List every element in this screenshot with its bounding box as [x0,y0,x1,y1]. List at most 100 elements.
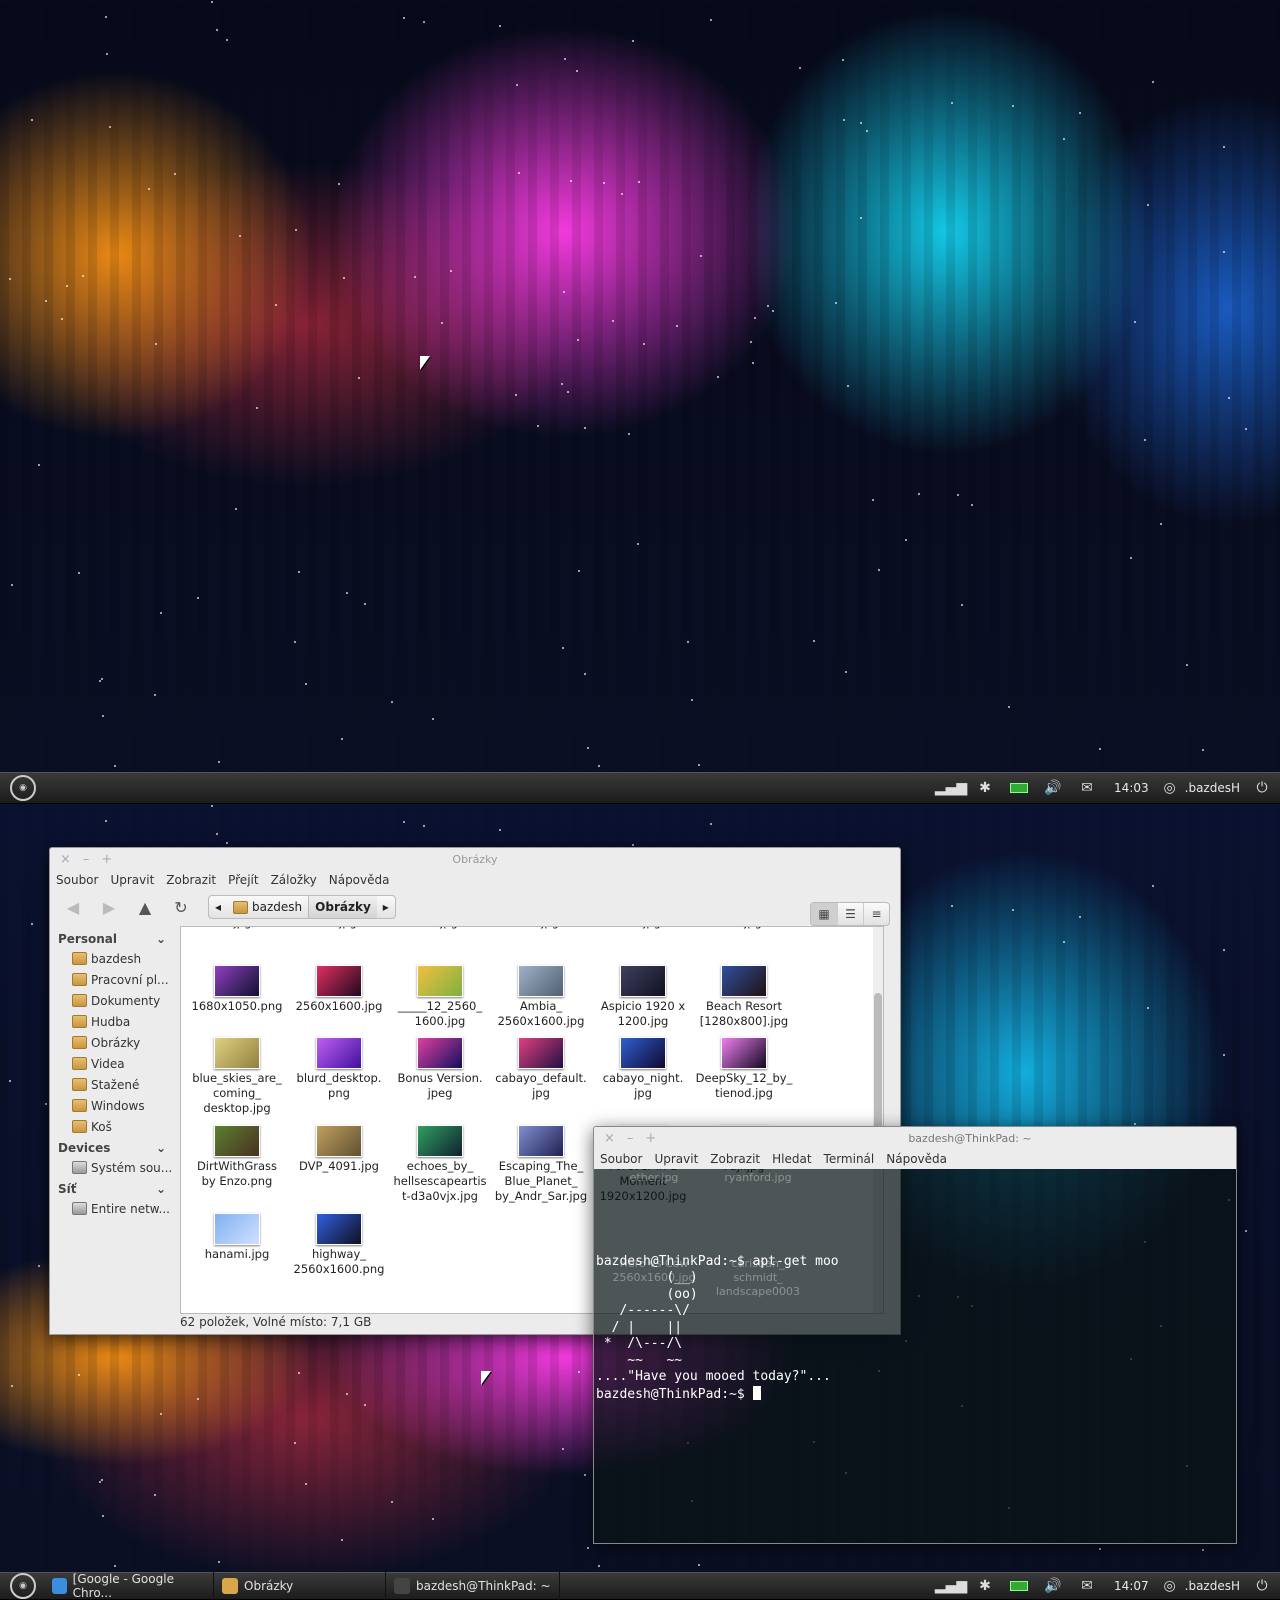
menu-upravit[interactable]: Upravit [654,1152,698,1166]
power-icon[interactable]: ⏻ [1250,774,1274,802]
sidebar-item[interactable]: Dokumenty [58,990,176,1011]
compact-view-icon[interactable]: ≡ [863,903,889,925]
sidebar-item-label: Windows [91,1098,145,1113]
chevron-down-icon[interactable]: ⌄ [156,932,166,946]
menu-prejit[interactable]: Přejít [228,873,258,887]
sidebar-item[interactable]: Entire netw... [58,1198,176,1219]
star-decoration [697,764,700,767]
file-item[interactable]: _____12_2560_ 1600.jpg [388,965,492,1029]
taskbar-item[interactable]: Obrázky [214,1572,386,1600]
sidebar-item[interactable]: Systém sou... [58,1157,176,1178]
sidebar-item[interactable]: Pracovní pl... [58,969,176,990]
bluetooth-icon[interactable]: ✱ [968,774,1002,802]
file-item[interactable]: 7a.jpg [489,927,593,930]
sidebar-item[interactable]: bazdesh [58,948,176,969]
main-menu-icon[interactable]: ◉ [10,1573,36,1599]
mail-icon[interactable]: ✉ [1070,1572,1104,1600]
file-item[interactable]: Beach Resort [1280x800].jpg [692,965,796,1029]
username[interactable]: .bazdesH [1181,1579,1250,1593]
file-thumbnail [316,1037,362,1069]
menu-soubor[interactable]: Soubor [600,1152,642,1166]
forward-icon[interactable]: ▶ [94,895,124,919]
file-item[interactable]: 6a.jpg [388,927,492,930]
minimize-icon[interactable]: – [627,1131,634,1146]
sidebar-item[interactable]: Videa [58,1053,176,1074]
sidebar-item[interactable]: Windows [58,1095,176,1116]
menu-hledat[interactable]: Hledat [772,1152,811,1166]
file-item[interactable]: hanami.jpg [185,1213,289,1262]
file-item[interactable]: blue_skies_are_ coming_ desktop.jpg [185,1037,289,1116]
terminal-titlebar[interactable]: × – + bazdesh@ThinkPad: ~ [594,1127,1236,1149]
file-item[interactable]: 5.jpg [185,927,289,930]
file-manager-titlebar[interactable]: × – + Obrázky [50,848,900,870]
signal-icon[interactable]: ▂▄▆ [934,1572,968,1600]
terminal-output[interactable]: ether.jpg ryanford.jpg Hero vs Cow 2560x… [594,1169,1236,1543]
chevron-down-icon[interactable]: ⌄ [156,1182,166,1196]
close-icon[interactable]: × [604,1131,615,1146]
star-decoration [499,828,502,831]
menu-napoveda[interactable]: Nápověda [886,1152,947,1166]
battery-icon[interactable] [1002,1572,1036,1600]
signal-icon[interactable]: ▂▄▆ [934,774,968,802]
reload-icon[interactable]: ↻ [166,895,196,919]
taskbar-item[interactable]: [Google - Google Chro... [44,1572,214,1600]
file-item[interactable]: 5a.jpg [287,927,391,930]
mail-icon[interactable]: ✉ [1070,774,1104,802]
crumb-home[interactable]: bazdesh [227,896,308,918]
menu-terminal[interactable]: Terminál [824,1152,875,1166]
file-item[interactable]: DirtWithGrass by Enzo.png [185,1125,289,1189]
file-item[interactable]: Aspicio 1920 x 1200.jpg [591,965,695,1029]
minimize-icon[interactable]: – [83,852,90,867]
back-icon[interactable]: ◀ [58,895,88,919]
sidebar-item[interactable]: Obrázky [58,1032,176,1053]
icon-view-icon[interactable]: ▦ [811,903,837,925]
file-item[interactable]: DVP_4091.jpg [287,1125,391,1174]
up-icon[interactable]: ▲ [130,895,160,919]
maximize-icon[interactable]: + [101,852,112,867]
file-item[interactable]: cabayo_default. jpg [489,1037,593,1101]
sidebar-header-personal[interactable]: Personal ⌄ [58,928,176,948]
bluetooth-icon[interactable]: ✱ [968,1572,1002,1600]
username[interactable]: .bazdesH [1181,781,1250,795]
sidebar-item[interactable]: Koš [58,1116,176,1137]
star-decoration [108,125,111,128]
file-item[interactable]: Bonus Version. jpeg [388,1037,492,1101]
file-name: _____12_2560_ 1600.jpg [397,999,483,1028]
maximize-icon[interactable]: + [645,1131,656,1146]
clock[interactable]: 14:03 [1104,781,1159,795]
file-item[interactable]: highway_ 2560x1600.png [287,1213,391,1277]
menu-zalozky[interactable]: Záložky [271,873,317,887]
crumb-current[interactable]: Obrázky [308,896,377,918]
file-item[interactable]: cabayo_night. jpg [591,1037,695,1101]
battery-icon[interactable] [1002,774,1036,802]
sidebar-item[interactable]: Stažené [58,1074,176,1095]
file-item[interactable]: 2560x1600.jpg [287,965,391,1014]
main-menu-icon[interactable]: ◉ [10,775,36,801]
clock[interactable]: 14:07 [1104,1579,1159,1593]
menu-upravit[interactable]: Upravit [110,873,154,887]
sidebar-item[interactable]: Hudba [58,1011,176,1032]
list-view-icon[interactable]: ☰ [837,903,863,925]
file-item[interactable]: blurd_desktop. png [287,1037,391,1101]
crumb-right-icon[interactable]: ▸ [377,896,395,918]
file-item[interactable]: DeepSky_12_by_ tienod.jpg [692,1037,796,1101]
close-icon[interactable]: × [60,852,71,867]
sidebar-header-devices[interactable]: Devices ⌄ [58,1137,176,1157]
volume-icon[interactable]: 🔊 [1036,774,1070,802]
file-item[interactable]: 8a.jpg [591,927,695,930]
power-icon[interactable]: ⏻ [1250,1572,1274,1600]
sidebar-header-network[interactable]: Síť ⌄ [58,1178,176,1198]
file-item[interactable]: Ambia_ 2560x1600.jpg [489,965,593,1029]
menu-soubor[interactable]: Soubor [56,873,98,887]
menu-zobrazit[interactable]: Zobrazit [710,1152,760,1166]
volume-icon[interactable]: 🔊 [1036,1572,1070,1600]
file-item[interactable]: 1680x1050.png [185,965,289,1014]
file-item[interactable]: echoes_by_ hellsescapeartis t-d3a0vjx.jp… [388,1125,492,1204]
taskbar-item[interactable]: bazdesh@ThinkPad: ~ [386,1572,560,1600]
menu-zobrazit[interactable]: Zobrazit [166,873,216,887]
file-item[interactable]: 9a.jpg [692,927,796,930]
chevron-down-icon[interactable]: ⌄ [156,1141,166,1155]
menu-napoveda[interactable]: Nápověda [329,873,390,887]
crumb-left-icon[interactable]: ◂ [209,896,227,918]
file-item[interactable]: Escaping_The_ Blue_Planet_ by_Andr_Sar.j… [489,1125,593,1204]
